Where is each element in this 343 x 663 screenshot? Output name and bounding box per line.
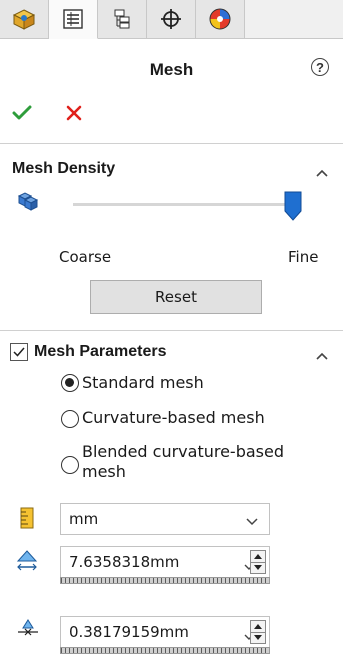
unit-select[interactable]: mm xyxy=(60,503,270,535)
tolerance-field[interactable]: 0.38179159mm xyxy=(60,616,270,648)
global-size-thumbwheel[interactable] xyxy=(60,577,270,584)
tab-feature-manager[interactable] xyxy=(0,0,49,38)
manager-tab-strip xyxy=(0,0,343,39)
ruler-unit-icon xyxy=(20,507,34,533)
unit-select-value: mm xyxy=(69,510,99,528)
tab-display-manager[interactable] xyxy=(196,0,245,38)
radio-label-standard-mesh[interactable]: Standard mesh xyxy=(82,373,204,393)
chevron-down-icon[interactable] xyxy=(245,513,259,531)
tolerance-value: 0.38179159mm xyxy=(69,623,189,641)
page-title: Mesh xyxy=(149,60,194,79)
global-size-field[interactable]: 7.6358318mm xyxy=(60,546,270,578)
collapse-caret-icon[interactable] xyxy=(315,163,329,182)
crosshair-icon xyxy=(160,8,182,30)
mesh-density-slider-track[interactable] xyxy=(73,203,291,206)
radio-curvature-based-mesh[interactable] xyxy=(61,410,79,428)
appearance-sphere-icon xyxy=(208,7,232,31)
checkmark-icon xyxy=(13,347,25,357)
property-header: Mesh ? xyxy=(0,39,343,139)
property-list-icon xyxy=(62,9,84,29)
collapse-caret-icon[interactable] xyxy=(315,346,329,365)
tolerance-spinner[interactable] xyxy=(250,620,266,644)
divider xyxy=(0,143,343,144)
global-size-spinner[interactable] xyxy=(250,550,266,574)
tab-configuration-manager[interactable] xyxy=(98,0,147,38)
global-size-icon xyxy=(16,549,38,575)
radio-label-blended-line1[interactable]: Blended curvature-based xyxy=(82,442,284,462)
radio-label-blended-line2[interactable]: mesh xyxy=(82,462,126,482)
mesh-density-icon xyxy=(15,190,39,216)
help-icon[interactable]: ? xyxy=(311,58,329,76)
reset-button[interactable]: Reset xyxy=(90,280,262,314)
ok-checkmark-icon[interactable] xyxy=(12,105,32,125)
section-title-mesh-density[interactable]: Mesh Density xyxy=(12,160,115,178)
radio-standard-mesh[interactable] xyxy=(61,374,79,392)
configuration-icon xyxy=(111,8,133,30)
part-cube-icon xyxy=(12,8,36,30)
section-title-mesh-parameters[interactable]: Mesh Parameters xyxy=(34,343,167,361)
global-size-value: 7.6358318mm xyxy=(69,553,180,571)
tolerance-icon xyxy=(16,619,40,641)
tolerance-thumbwheel[interactable] xyxy=(60,647,270,654)
radio-label-curvature-based-mesh[interactable]: Curvature-based mesh xyxy=(82,408,265,428)
fine-label: Fine xyxy=(288,248,319,266)
divider xyxy=(0,330,343,331)
radio-blended-curvature-based-mesh[interactable] xyxy=(61,456,79,474)
cancel-x-icon[interactable] xyxy=(66,105,82,125)
mesh-parameters-checkbox[interactable] xyxy=(10,343,28,361)
tab-dimxpert-manager[interactable] xyxy=(147,0,196,38)
coarse-label: Coarse xyxy=(59,248,112,266)
tab-property-manager[interactable] xyxy=(49,0,98,39)
mesh-density-slider-thumb[interactable] xyxy=(284,191,302,225)
